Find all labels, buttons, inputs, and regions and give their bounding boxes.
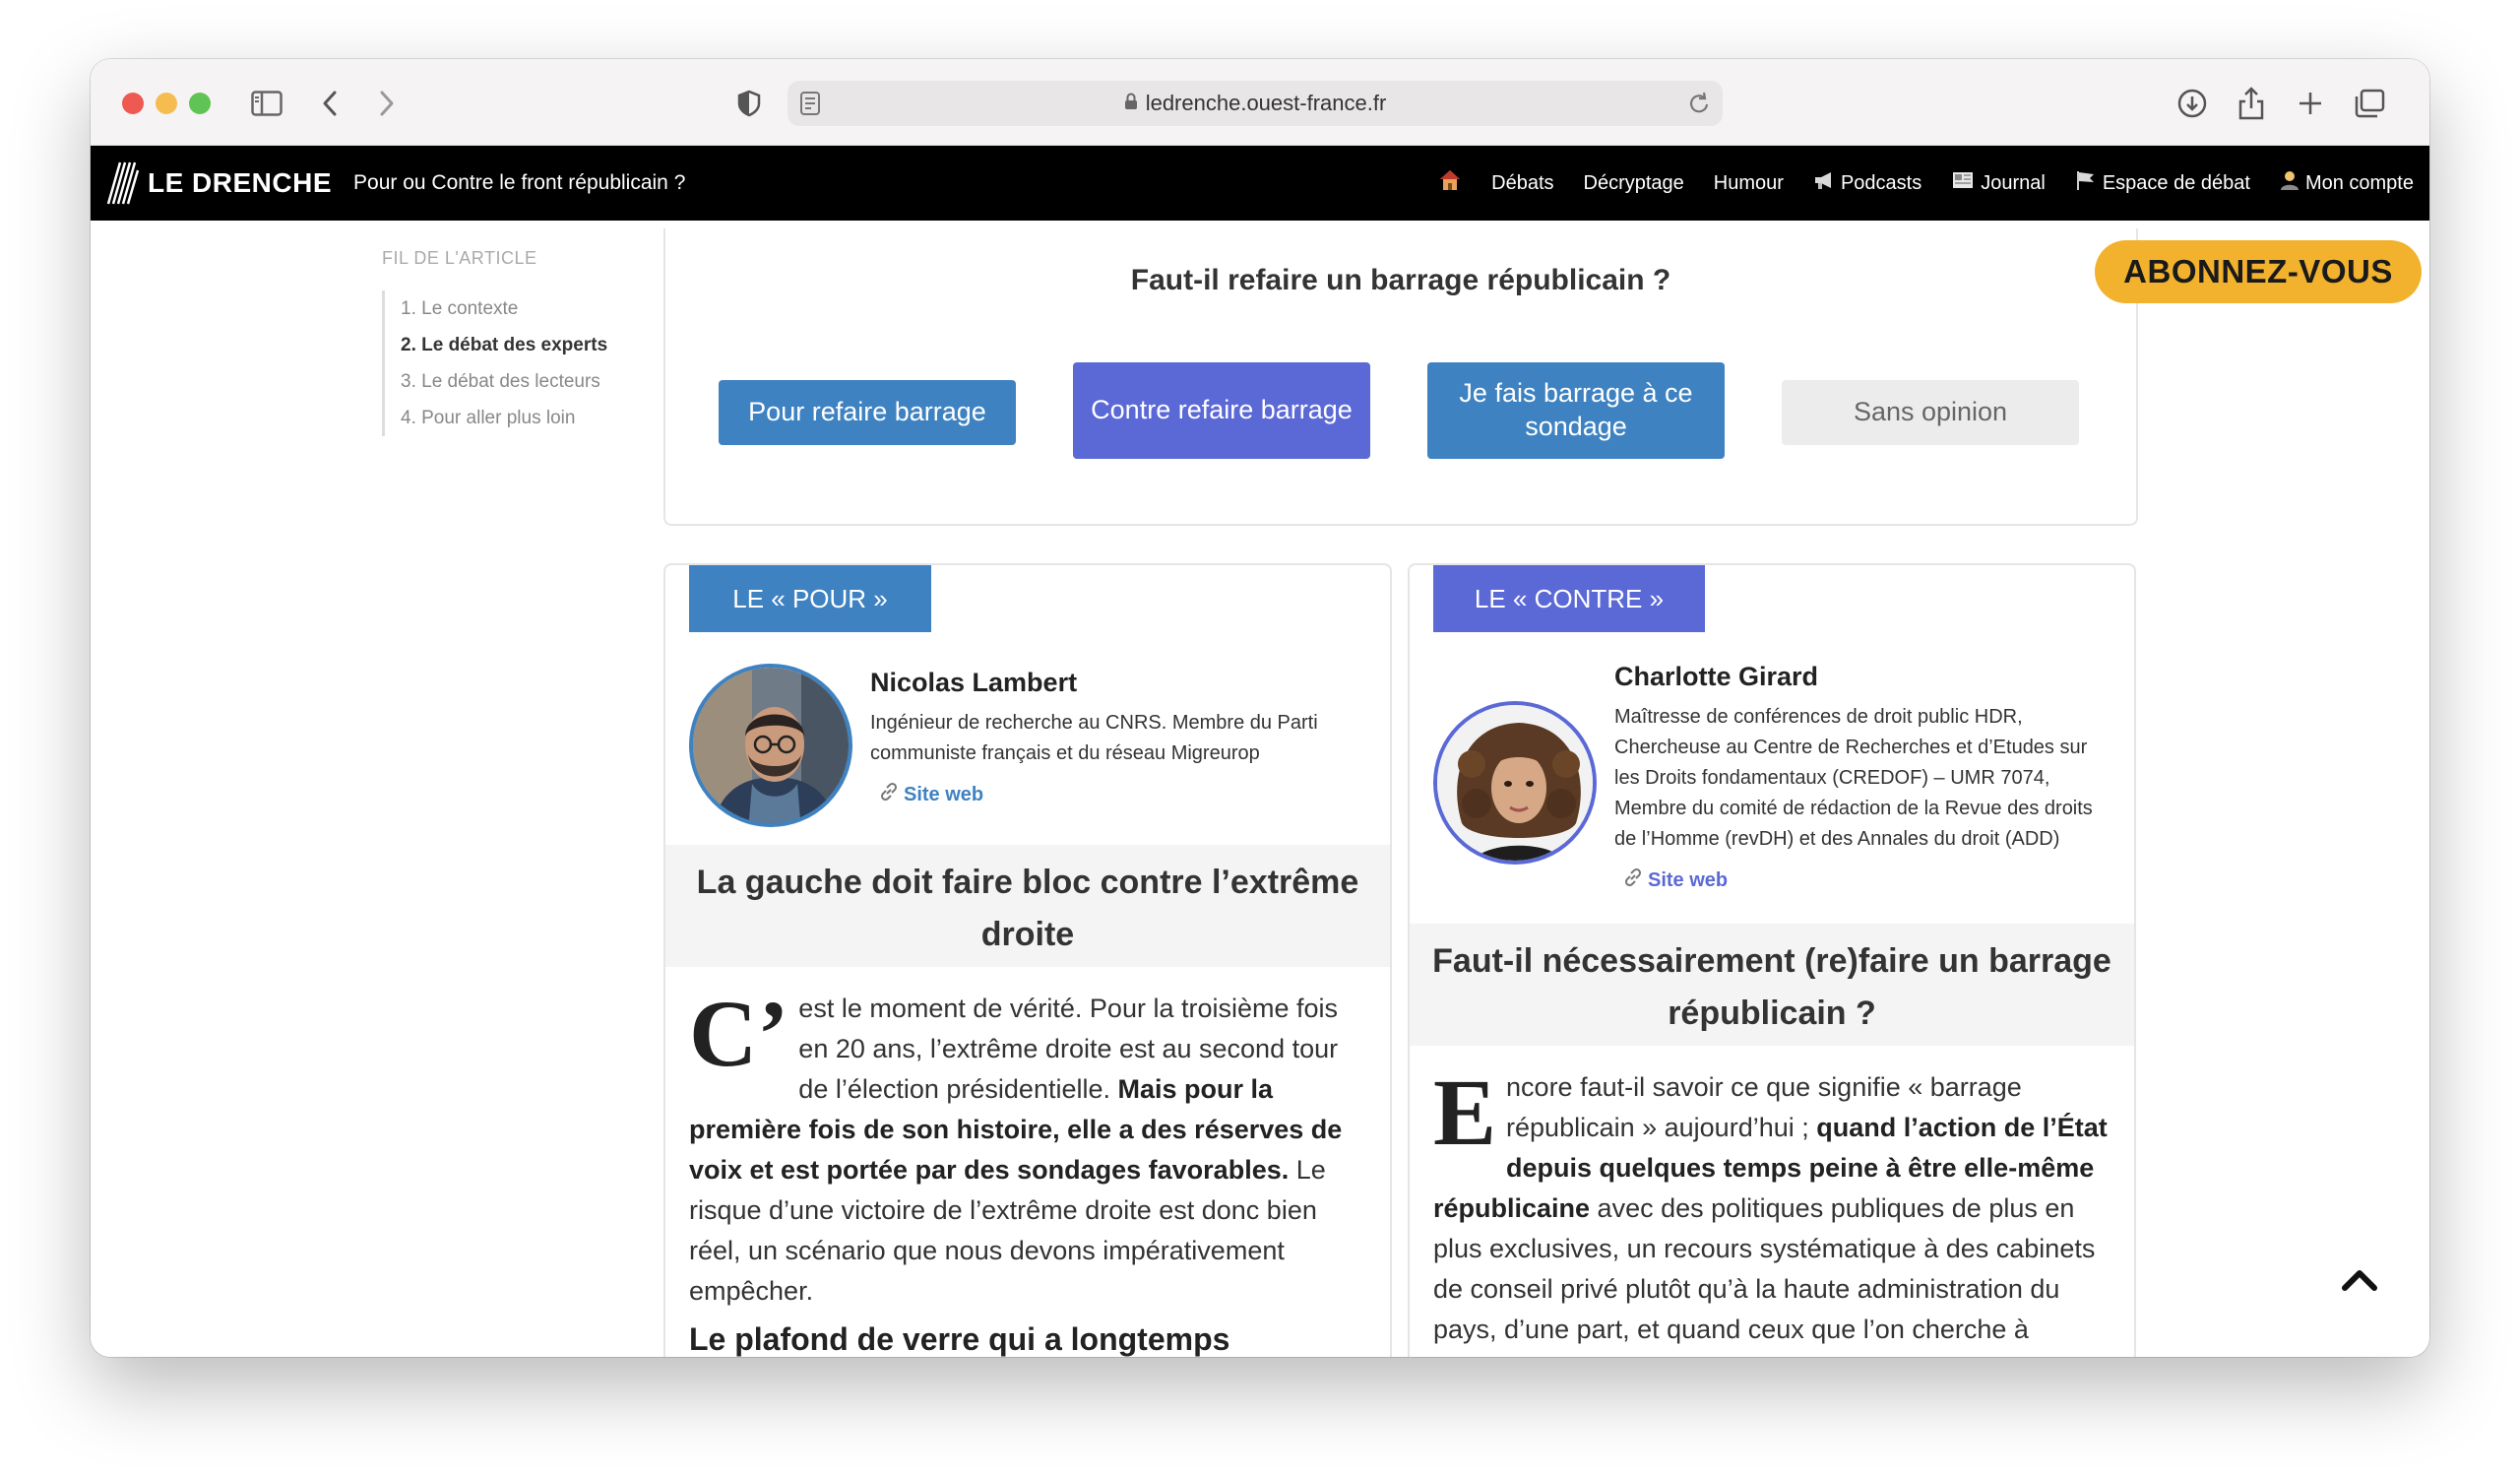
link-icon bbox=[1622, 867, 1644, 894]
toc-list: 1. Le contexte 2. Le débat des experts 3… bbox=[382, 290, 607, 436]
toc-item-debat-experts[interactable]: 2. Le débat des experts bbox=[401, 327, 607, 363]
pour-tab[interactable]: LE « POUR » bbox=[689, 565, 931, 632]
new-tab-icon[interactable] bbox=[2288, 81, 2333, 126]
poll-option-contre[interactable]: Contre refaire barrage bbox=[1073, 362, 1370, 459]
nav-label: Podcasts bbox=[1840, 171, 1922, 194]
address-bar[interactable]: ledrenche.ouest-france.fr bbox=[788, 81, 1723, 126]
privacy-shield-icon[interactable] bbox=[726, 81, 772, 126]
author-website-link[interactable]: Site web bbox=[1622, 867, 2114, 894]
nav-item-debats[interactable]: Débats bbox=[1491, 172, 1553, 195]
author-bio: Maîtresse de conférences de droit public… bbox=[1614, 706, 2093, 850]
poll-option-barrage-sondage[interactable]: Je fais barrage à ce sondage bbox=[1427, 362, 1725, 459]
page-content: FIL DE L'ARTICLE 1. Le contexte 2. Le dé… bbox=[91, 221, 2429, 1357]
author-website-link[interactable]: Site web bbox=[878, 781, 1370, 808]
nav-label: Journal bbox=[1981, 171, 2046, 194]
site-logo[interactable]: LE DRENCHE bbox=[104, 161, 332, 206]
newspaper-icon bbox=[1951, 170, 1975, 196]
flag-icon bbox=[2075, 169, 2097, 197]
dropcap: C’ bbox=[689, 981, 789, 1086]
forward-arrow-icon[interactable] bbox=[364, 81, 410, 126]
house-icon bbox=[1438, 168, 1462, 198]
tab-overview-icon[interactable] bbox=[2347, 81, 2392, 126]
avatar-charlotte-girard bbox=[1433, 701, 1597, 865]
toc-item-aller-plus-loin[interactable]: 4. Pour aller plus loin bbox=[401, 400, 607, 436]
toc-item-contexte[interactable]: 1. Le contexte bbox=[401, 290, 607, 327]
nav-label: Humour bbox=[1713, 171, 1784, 194]
site-navbar: LE DRENCHE Pour ou Contre le front répub… bbox=[91, 146, 2429, 221]
reader-view-icon[interactable] bbox=[799, 91, 821, 122]
download-icon[interactable] bbox=[2170, 81, 2215, 126]
back-to-top-icon[interactable] bbox=[2335, 1258, 2384, 1298]
poll-option-pour[interactable]: Pour refaire barrage bbox=[719, 380, 1016, 445]
nav-label: Mon compte bbox=[2304, 171, 2414, 194]
author-name: Nicolas Lambert bbox=[870, 668, 1078, 697]
contre-author: Charlotte Girard Maîtresse de conférence… bbox=[1614, 662, 2114, 894]
maximize-window-button[interactable] bbox=[189, 93, 211, 114]
minimize-window-button[interactable] bbox=[156, 93, 177, 114]
pour-column: LE « POUR » Nicolas Lambert Ingénieur de… bbox=[663, 563, 1392, 1357]
link-icon bbox=[878, 781, 900, 808]
back-arrow-icon[interactable] bbox=[307, 81, 352, 126]
nav-item-espace-de-debat[interactable]: Espace de débat bbox=[2075, 169, 2250, 197]
nav-links: Débats Décryptage Humour Podcasts Journa… bbox=[1438, 146, 2414, 221]
sidebar-toggle-icon[interactable] bbox=[244, 81, 289, 126]
pour-subhead: Le plafond de verre qui a longtemps bbox=[689, 1321, 1230, 1357]
megaphone-icon bbox=[1813, 170, 1835, 196]
nav-label: Débats bbox=[1491, 171, 1554, 194]
user-icon bbox=[2280, 169, 2300, 197]
share-icon[interactable] bbox=[2229, 81, 2274, 126]
nav-item-mon-compte[interactable]: Mon compte bbox=[2280, 169, 2414, 197]
subscribe-button[interactable]: ABONNEZ-VOUS bbox=[2095, 240, 2422, 303]
contre-column: LE « CONTRE » Charlotte Girard Maîtresse… bbox=[1408, 563, 2136, 1357]
nav-item-decryptage[interactable]: Décryptage bbox=[1584, 172, 1684, 195]
debate-subtitle[interactable]: Pour ou Contre le front républicain ? bbox=[353, 171, 685, 195]
poll-question: Faut-il refaire un barrage républicain ? bbox=[1130, 264, 1671, 296]
contre-headline: Faut-il nécessairement (re)faire un barr… bbox=[1410, 924, 2134, 1046]
article-toc: FIL DE L'ARTICLE 1. Le contexte 2. Le dé… bbox=[382, 248, 607, 436]
nav-item-journal[interactable]: Journal bbox=[1951, 170, 2046, 196]
logo-text: LE DRENCHE bbox=[148, 167, 333, 198]
lock-icon bbox=[1124, 91, 1138, 116]
pour-headline: La gauche doit faire bloc contre l’extrê… bbox=[665, 845, 1390, 967]
nav-label: Espace de débat bbox=[2102, 171, 2250, 194]
link-label: Site web bbox=[1648, 868, 1729, 891]
reload-icon[interactable] bbox=[1687, 91, 1711, 122]
poll-box: Faut-il refaire un barrage républicain ?… bbox=[663, 228, 2138, 526]
contre-tab[interactable]: LE « CONTRE » bbox=[1433, 565, 1705, 632]
close-window-button[interactable] bbox=[122, 93, 144, 114]
browser-window: ledrenche.ouest-france.fr LE DRENCHE Pou… bbox=[91, 59, 2429, 1357]
logo-stripes-icon bbox=[106, 161, 140, 205]
dropcap: E bbox=[1433, 1060, 1497, 1165]
pour-author: Nicolas Lambert Ingénieur de recherche a… bbox=[870, 668, 1370, 808]
contre-body: Encore faut-il savoir ce que signifie « … bbox=[1433, 1060, 2110, 1350]
nav-item-humour[interactable]: Humour bbox=[1714, 172, 1784, 195]
nav-label: Décryptage bbox=[1583, 171, 1684, 194]
url-text: ledrenche.ouest-france.fr bbox=[1145, 91, 1387, 115]
author-name: Charlotte Girard bbox=[1614, 662, 1819, 691]
pour-body: C’ est le moment de vérité. Pour la trois… bbox=[689, 981, 1366, 1312]
nav-item-podcasts[interactable]: Podcasts bbox=[1813, 170, 1922, 196]
avatar-nicolas-lambert bbox=[689, 664, 852, 827]
toc-title: FIL DE L'ARTICLE bbox=[382, 248, 537, 268]
author-bio: Ingénieur de recherche au CNRS. Membre d… bbox=[870, 712, 1318, 764]
poll-option-sans-opinion[interactable]: Sans opinion bbox=[1782, 380, 2079, 445]
link-label: Site web bbox=[904, 783, 984, 805]
browser-toolbar: ledrenche.ouest-france.fr bbox=[91, 59, 2429, 146]
nav-home[interactable] bbox=[1438, 168, 1462, 198]
toc-item-debat-lecteurs[interactable]: 3. Le débat des lecteurs bbox=[401, 363, 607, 400]
